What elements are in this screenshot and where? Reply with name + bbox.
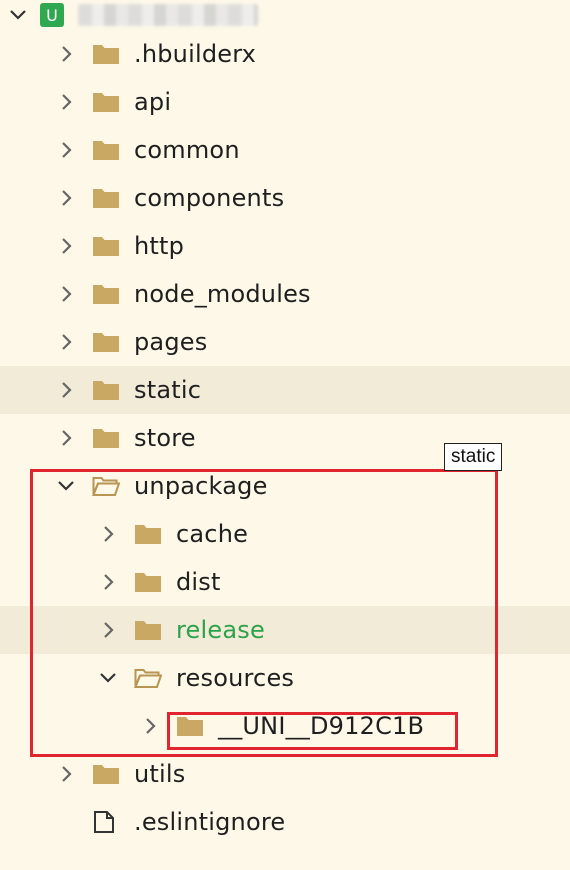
tree-item[interactable]: utils bbox=[0, 750, 570, 798]
folder-icon bbox=[92, 762, 122, 786]
tree-item-label: static bbox=[134, 376, 202, 404]
tree-item[interactable]: common bbox=[0, 126, 570, 174]
chevron-right-icon[interactable] bbox=[54, 426, 78, 450]
folder-icon bbox=[92, 282, 122, 306]
chevron-right-icon[interactable] bbox=[54, 42, 78, 66]
chevron-right-icon[interactable] bbox=[54, 90, 78, 114]
folder-icon bbox=[92, 234, 122, 258]
tree-item[interactable]: .hbuilderx bbox=[0, 30, 570, 78]
tree-item-label: http bbox=[134, 232, 185, 260]
folder-icon bbox=[92, 90, 122, 114]
tree-item-label: store bbox=[134, 424, 196, 452]
tree-item-label: components bbox=[134, 184, 285, 212]
folder-icon bbox=[92, 426, 122, 450]
folder-icon bbox=[92, 42, 122, 66]
tree-item[interactable]: http bbox=[0, 222, 570, 270]
tree-item[interactable]: api bbox=[0, 78, 570, 126]
file-icon bbox=[92, 810, 122, 834]
tree-item-label: api bbox=[134, 88, 172, 116]
project-name-redacted bbox=[78, 4, 258, 26]
chevron-right-icon[interactable] bbox=[54, 138, 78, 162]
folder-icon bbox=[92, 378, 122, 402]
highlight-box-uni-folder bbox=[167, 712, 458, 750]
tree-item-label: .eslintignore bbox=[134, 808, 286, 836]
tree-item[interactable]: components bbox=[0, 174, 570, 222]
chevron-right-icon[interactable] bbox=[54, 282, 78, 306]
project-logo-icon: U bbox=[40, 3, 64, 27]
folder-icon bbox=[92, 330, 122, 354]
project-root-row[interactable]: U bbox=[0, 0, 570, 30]
tree-item[interactable]: node_modules bbox=[0, 270, 570, 318]
chevron-right-icon[interactable] bbox=[54, 378, 78, 402]
folder-icon bbox=[92, 186, 122, 210]
tree-item-label: common bbox=[134, 136, 240, 164]
chevron-right-icon[interactable] bbox=[54, 762, 78, 786]
chevron-right-icon[interactable] bbox=[54, 234, 78, 258]
tooltip: static bbox=[444, 443, 503, 471]
tree-item-label: .hbuilderx bbox=[134, 40, 257, 68]
tree-item[interactable]: .eslintignore bbox=[0, 798, 570, 846]
tree-item[interactable]: pages bbox=[0, 318, 570, 366]
tree-item-label: pages bbox=[134, 328, 208, 356]
folder-icon bbox=[92, 138, 122, 162]
chevron-right-icon[interactable] bbox=[54, 330, 78, 354]
tree-item-label: node_modules bbox=[134, 280, 311, 308]
tree-item-label: utils bbox=[134, 760, 186, 788]
chevron-down-icon[interactable] bbox=[6, 3, 30, 27]
tree-item[interactable]: static bbox=[0, 366, 570, 414]
chevron-right-icon[interactable] bbox=[54, 186, 78, 210]
